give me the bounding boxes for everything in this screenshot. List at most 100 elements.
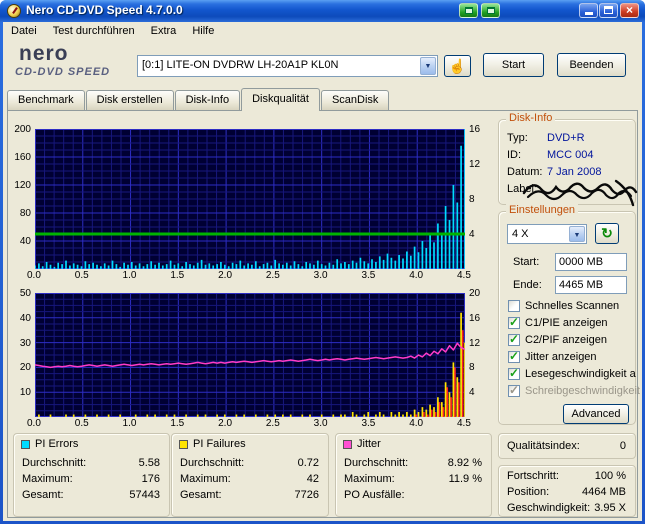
- quality-index-label: Qualitätsindex:: [507, 440, 580, 452]
- check-icon: ✓: [509, 349, 520, 363]
- axis-tick-label: 16: [469, 124, 481, 135]
- cdspeed-logo: CD-DVD SPEED: [15, 66, 111, 78]
- speed-combo[interactable]: 4 X ▼: [507, 224, 587, 244]
- checkbox-box: ✓: [508, 332, 520, 346]
- axis-tick-label: 4.0: [409, 418, 424, 429]
- axis-tick-label: 4.5: [457, 270, 471, 281]
- eject-button[interactable]: ☝: [444, 55, 471, 77]
- checkbox-label: C2/PIF anzeigen: [525, 334, 607, 346]
- axis-tick-label: 20: [469, 288, 481, 299]
- progress-box: Fortschritt: 100 % Position: 4464 MB Gesch…: [498, 465, 636, 517]
- axis-tick-label: 12: [469, 159, 481, 170]
- menu-hilfe[interactable]: Hilfe: [184, 22, 222, 39]
- quality-index-value: 0: [619, 440, 626, 452]
- axis-tick-label: 10: [19, 387, 31, 399]
- pi-errors-chart-plot: [35, 129, 465, 269]
- extra-titlebar-button-2[interactable]: [481, 3, 500, 18]
- start-field-label: Start:: [513, 256, 540, 268]
- checkbox-box: ✓: [508, 315, 520, 329]
- disk-id-value: MCC 004: [547, 149, 594, 161]
- pi-errors-panel: PI Errors Durchschnitt: 5.58 Maximum: 176 …: [13, 433, 170, 517]
- close-button[interactable]: ×: [620, 3, 639, 18]
- chevron-down-icon[interactable]: ▼: [420, 57, 436, 75]
- stat-value: 11.9 %: [448, 473, 482, 485]
- disk-info-label: Typ:: [507, 132, 528, 144]
- maximize-button[interactable]: [599, 3, 618, 18]
- menu-test-durchfuehren[interactable]: Test durchführen: [45, 22, 143, 39]
- axis-tick-label: 2.0: [218, 270, 233, 281]
- pi-failures-legend-chip: [179, 440, 188, 449]
- ende-field-label: Ende:: [513, 279, 542, 291]
- axis-tick-label: 160: [14, 152, 31, 163]
- axis-tick-label: 40: [19, 236, 31, 247]
- advanced-button[interactable]: Advanced: [563, 404, 629, 424]
- extra-titlebar-button-1[interactable]: [459, 3, 478, 18]
- tab-disk-info[interactable]: Disk-Info: [174, 90, 241, 110]
- axis-tick-label: 1.5: [170, 418, 185, 429]
- stat-label: Maximum:: [180, 473, 231, 485]
- axis-tick-label: 3.5: [361, 418, 376, 429]
- jitter-legend-chip: [343, 440, 352, 449]
- position-label: Position:: [507, 486, 550, 498]
- quality-index-box: Qualitätsindex: 0: [498, 433, 636, 459]
- app-window: Nero CD-DVD Speed 4.7.0.0 × Datei Test du…: [0, 0, 645, 524]
- checkbox-label: Lesegeschwindigkeit a: [525, 368, 636, 380]
- titlebar[interactable]: Nero CD-DVD Speed 4.7.0.0 ×: [0, 0, 645, 22]
- stat-label: Durchschnitt:: [344, 457, 409, 469]
- stat-label: Durchschnitt:: [22, 457, 87, 469]
- axis-tick-label: 12: [469, 337, 481, 349]
- progress-value: 100 %: [594, 470, 626, 482]
- menu-datei[interactable]: Datei: [3, 22, 45, 39]
- diskqualitaet-tab-page: 200 160 120 80 40 16 12 8 4 0.0 0.5 1.0 1.5 2.0 2.5 3.0…: [7, 110, 640, 518]
- axis-tick-label: 1.0: [122, 418, 137, 429]
- check-icon: ✓: [509, 315, 520, 329]
- axis-tick-label: 3.5: [361, 270, 376, 281]
- speed-combo-value: 4 X: [512, 228, 529, 240]
- axis-tick-label: 4.0: [409, 270, 424, 281]
- axis-tick-label: 16: [469, 312, 481, 324]
- chevron-down-icon[interactable]: ▼: [569, 226, 585, 242]
- app-icon: [7, 4, 21, 18]
- jitter-panel-title: Jitter: [357, 438, 381, 450]
- tab-diskqualitaet[interactable]: Diskqualität: [241, 88, 320, 111]
- tab-benchmark[interactable]: Benchmark: [7, 90, 85, 110]
- ende-field[interactable]: [555, 276, 627, 294]
- axis-tick-label: 0.0: [27, 270, 41, 281]
- drive-selector-combo[interactable]: [0:1] LITE-ON DVDRW LH-20A1P KL0N ▼: [137, 55, 438, 77]
- disk-type-value: DVD+R: [547, 132, 585, 144]
- axis-tick-label: 0.5: [74, 418, 89, 429]
- drive-selector-value: [0:1] LITE-ON DVDRW LH-20A1P KL0N: [142, 59, 339, 71]
- stat-label: Durchschnitt:: [180, 457, 245, 469]
- axis-tick-label: 4: [469, 229, 475, 240]
- stat-label: Maximum:: [22, 473, 73, 485]
- nero-logo: nero: [19, 42, 69, 65]
- refresh-icon: ↻: [601, 225, 613, 241]
- pi-errors-legend-chip: [21, 440, 30, 449]
- pi-failures-jitter-chart-plot: [35, 293, 465, 417]
- checkbox-box: ✓: [508, 349, 520, 363]
- stat-value: 8.92 %: [447, 457, 482, 469]
- pi-failures-panel-title: PI Failures: [193, 438, 246, 450]
- start-button[interactable]: Start: [483, 53, 544, 77]
- menu-extra[interactable]: Extra: [143, 22, 185, 39]
- position-value: 4464 MB: [581, 486, 626, 498]
- axis-tick-label: 3.0: [313, 270, 328, 281]
- refresh-button[interactable]: ↻: [595, 223, 619, 244]
- axis-tick-label: 50: [19, 288, 31, 299]
- minimize-button[interactable]: [579, 3, 598, 18]
- axis-tick-label: 200: [14, 124, 31, 135]
- tab-scandisk[interactable]: ScanDisk: [320, 90, 390, 110]
- menubar: Datei Test durchführen Extra Hilfe: [3, 22, 642, 41]
- start-field[interactable]: [555, 253, 627, 271]
- checkbox-label: Schnelles Scannen: [525, 300, 620, 312]
- stat-label: Gesamt:: [22, 489, 64, 501]
- stat-value: 42: [306, 473, 319, 485]
- axis-tick-label: 0.5: [74, 270, 89, 281]
- axis-tick-label: 30: [19, 337, 31, 349]
- stat-value: 5.58: [138, 457, 160, 469]
- tab-disk-erstellen[interactable]: Disk erstellen: [85, 90, 174, 110]
- tabstrip: Benchmark Disk erstellen Disk-Info Diskq…: [7, 88, 390, 111]
- pi-failures-panel: PI Failures Durchschnitt: 0.72 Maximum: 42…: [171, 433, 329, 517]
- axis-tick-label: 2.5: [265, 418, 280, 429]
- quit-button[interactable]: Beenden: [557, 53, 626, 77]
